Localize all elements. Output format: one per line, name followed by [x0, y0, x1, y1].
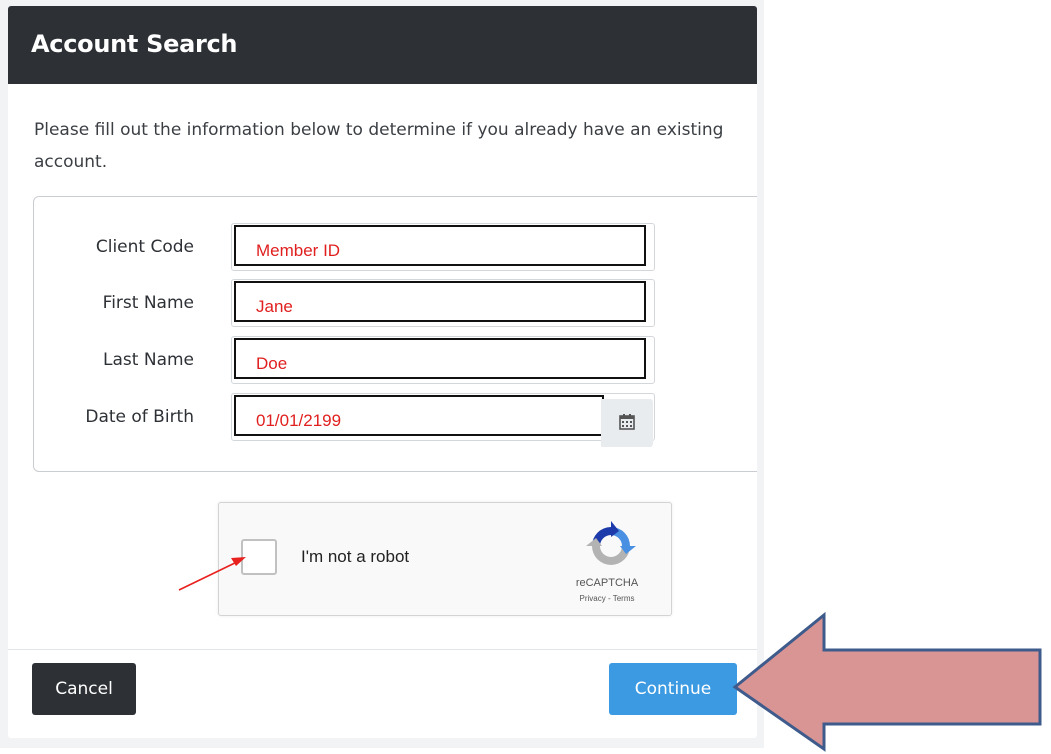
recaptcha-brand: reCAPTCHA	[575, 577, 639, 589]
intro-text: Please fill out the information below to…	[34, 120, 724, 172]
page: Account Search Please fill out the infor…	[0, 0, 1051, 754]
cancel-button[interactable]: Cancel	[32, 663, 136, 715]
recaptcha-label: I'm not a robot	[301, 547, 410, 566]
date-of-birth-input[interactable]	[234, 395, 604, 436]
account-search-modal: Account Search Please fill out the infor…	[0, 0, 764, 748]
calendar-icon	[619, 414, 635, 430]
continue-button[interactable]: Continue	[609, 663, 737, 715]
modal-header: Account Search	[8, 6, 757, 84]
recaptcha-widget: I'm not a robot reCAPTCHA Privacy - Term…	[218, 502, 672, 616]
last-name-input[interactable]	[234, 338, 646, 379]
modal-content: Account Search Please fill out the infor…	[8, 6, 757, 738]
client-code-label: Client Code	[95, 237, 194, 257]
modal-title: Account Search	[31, 30, 238, 58]
last-name-label: Last Name	[103, 350, 194, 370]
recaptcha-checkbox[interactable]	[241, 539, 277, 575]
first-name-label: First Name	[102, 293, 194, 313]
client-code-input[interactable]	[234, 225, 646, 266]
calendar-button[interactable]	[601, 399, 653, 447]
footer-divider	[8, 649, 757, 650]
large-arrow-annotation	[732, 611, 1042, 752]
recaptcha-terms-link[interactable]: Privacy - Terms	[557, 594, 657, 603]
recaptcha-logo-icon	[586, 521, 636, 565]
search-form: Client Code First Name Last Name Date of…	[33, 196, 757, 472]
date-of-birth-label: Date of Birth	[85, 407, 194, 427]
first-name-input[interactable]	[234, 281, 646, 322]
